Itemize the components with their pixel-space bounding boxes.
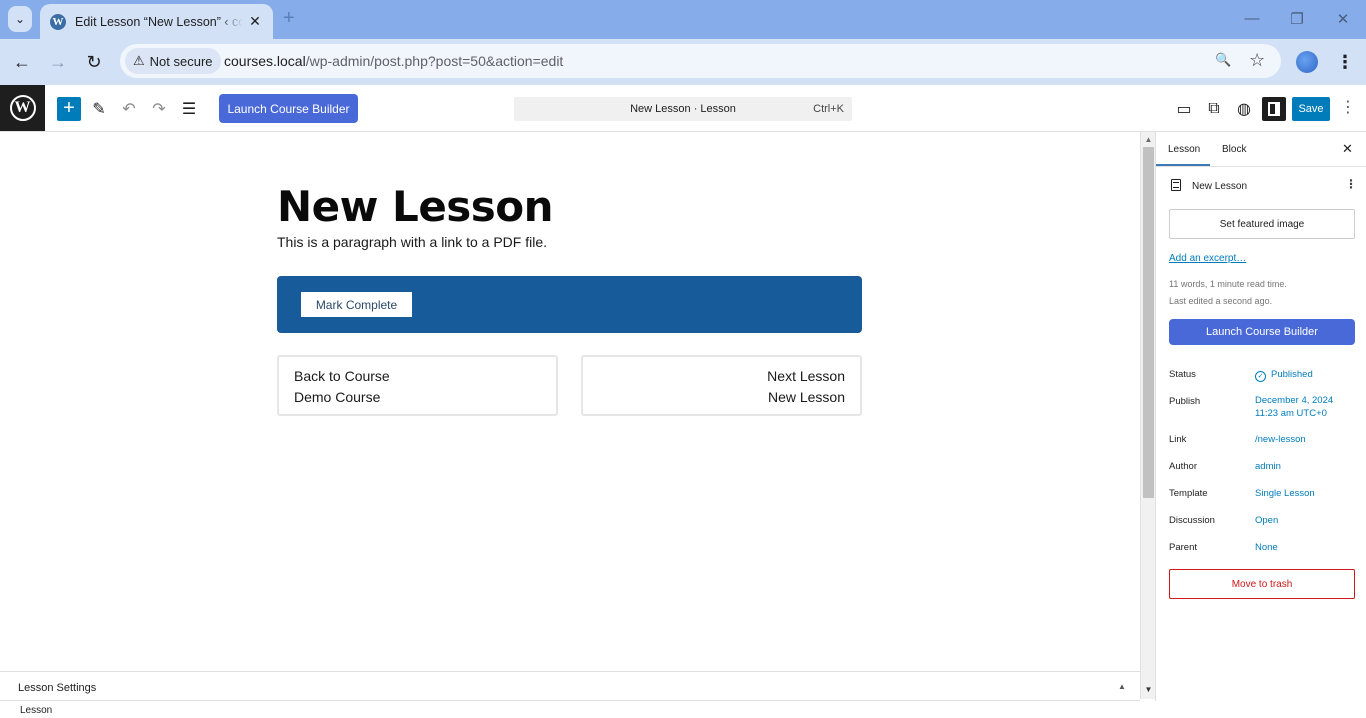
author-label: Author: [1169, 461, 1197, 472]
browser-tab-active[interactable]: W Edit Lesson “New Lesson” ‹ courses ✕: [40, 4, 273, 39]
browser-tab-strip: ⌄ W Edit Lesson “New Lesson” ‹ courses ✕…: [0, 0, 1366, 39]
tab-search-button[interactable]: ⌄: [8, 6, 32, 32]
tab-lesson[interactable]: Lesson: [1155, 144, 1211, 166]
security-label: Not secure: [149, 53, 213, 69]
tab-block[interactable]: Block: [1222, 144, 1246, 155]
publish-date: December 4, 2024: [1255, 395, 1334, 406]
warning-icon: ⚠: [133, 53, 145, 68]
url-text[interactable]: courses.local/wp-admin/post.php?post=50&…: [224, 53, 563, 69]
url-host: courses.local: [224, 53, 306, 69]
preview-device-icon[interactable]: ▭: [1172, 97, 1196, 121]
redo-icon[interactable]: ↷: [147, 97, 171, 121]
scroll-up-icon[interactable]: ▲: [1143, 135, 1154, 144]
metabox-title: Lesson Settings: [18, 682, 97, 694]
scroll-thumb[interactable]: [1143, 147, 1154, 498]
wordpress-logo-icon: W: [9, 95, 36, 121]
document-icon: [1171, 179, 1181, 191]
pencil-tools-icon[interactable]: ✎: [87, 97, 111, 121]
parent-label: Parent: [1169, 542, 1197, 553]
editor-header: W + ✎ ↶ ↷ ☰ Launch Course Builder New Le…: [0, 85, 1366, 132]
move-to-trash-button[interactable]: Move to trash: [1169, 569, 1355, 599]
parent-value[interactable]: None: [1255, 541, 1278, 554]
publish-date-value[interactable]: December 4, 2024 11:23 am UTC+0: [1255, 394, 1333, 420]
sidebar-tabs: Lesson Block ✕: [1155, 132, 1366, 167]
publish-label: Publish: [1169, 396, 1201, 407]
undo-icon[interactable]: ↶: [117, 97, 141, 121]
minimize-icon[interactable]: —: [1242, 10, 1262, 27]
browser-menu-icon[interactable]: ⋮: [1336, 51, 1354, 73]
last-edited: Last edited a second ago.: [1169, 296, 1273, 306]
save-button[interactable]: Save: [1292, 97, 1330, 121]
security-indicator[interactable]: ⚠ Not secure: [125, 48, 221, 74]
editor-canvas: New Lesson This is a paragraph with a li…: [0, 132, 1140, 671]
template-label: Template: [1169, 488, 1208, 499]
bookmark-star-icon[interactable]: ☆: [1249, 50, 1265, 71]
document-title: New Lesson · Lesson: [630, 103, 736, 115]
next-lesson-name: New Lesson: [767, 389, 845, 405]
launch-course-builder-button[interactable]: Launch Course Builder: [219, 94, 358, 123]
back-to-course-label: Back to Course: [294, 368, 390, 384]
author-value[interactable]: admin: [1255, 460, 1281, 473]
scroll-down-icon[interactable]: ▼: [1143, 685, 1154, 694]
zoom-icon[interactable]: 🔍: [1215, 52, 1231, 68]
browser-toolbar: ← → ↻ ⚠ Not secure courses.local/wp-admi…: [0, 39, 1366, 85]
collapse-icon[interactable]: ▲: [1118, 682, 1126, 691]
status-label: Status: [1169, 369, 1196, 380]
block-breadcrumb[interactable]: Lesson: [20, 705, 52, 716]
view-post-icon[interactable]: ⧉: [1202, 97, 1226, 121]
settings-sidebar: Lesson Block ✕ New Lesson ⋮ Set featured…: [1155, 132, 1366, 701]
options-menu-icon[interactable]: ⋮: [1340, 98, 1356, 118]
globe-icon[interactable]: ◍: [1232, 97, 1256, 121]
wp-logo-button[interactable]: W: [0, 85, 45, 131]
course-name: Demo Course: [294, 389, 381, 405]
publish-time: 11:23 am UTC+0: [1255, 408, 1327, 419]
discussion-value[interactable]: Open: [1255, 514, 1278, 527]
editor-scrollbar[interactable]: ▲ ▼: [1140, 132, 1155, 699]
reload-icon[interactable]: ↻: [82, 51, 106, 73]
template-value[interactable]: Single Lesson: [1255, 487, 1315, 500]
sidebar-panel-icon: [1268, 102, 1280, 116]
paragraph-block[interactable]: This is a paragraph with a link to a PDF…: [277, 234, 547, 250]
chevron-down-icon: ⌄: [14, 12, 26, 26]
add-excerpt-link[interactable]: Add an excerpt…: [1169, 253, 1246, 264]
close-icon[interactable]: ✕: [1342, 141, 1353, 157]
lesson-settings-metabox[interactable]: Lesson Settings ▲: [0, 671, 1140, 701]
post-title[interactable]: New Lesson: [277, 182, 554, 231]
post-name: New Lesson: [1192, 181, 1248, 192]
back-icon[interactable]: ←: [10, 51, 34, 73]
back-to-course-card[interactable]: Back to Course Demo Course: [277, 355, 558, 416]
restore-icon[interactable]: ❐: [1287, 10, 1307, 28]
settings-sidebar-toggle[interactable]: [1262, 97, 1286, 121]
status-value[interactable]: ✓ Published: [1255, 368, 1313, 382]
post-actions-icon[interactable]: ⋮: [1345, 177, 1357, 191]
close-tab-icon[interactable]: ✕: [247, 13, 263, 30]
lesson-actions-block: Mark Complete: [277, 276, 862, 333]
forward-icon[interactable]: →: [46, 51, 70, 73]
word-count: 11 words, 1 minute read time.: [1169, 279, 1287, 289]
mark-complete-button[interactable]: Mark Complete: [301, 292, 412, 317]
address-bar[interactable]: ⚠ Not secure courses.local/wp-admin/post…: [120, 44, 1281, 78]
tab-title: Edit Lesson “New Lesson” ‹ courses: [75, 14, 243, 29]
next-lesson-label: Next Lesson: [767, 368, 845, 384]
link-label: Link: [1169, 434, 1187, 445]
add-block-button[interactable]: +: [57, 97, 81, 121]
discussion-label: Discussion: [1169, 515, 1215, 526]
command-shortcut: Ctrl+K: [813, 103, 844, 115]
link-value[interactable]: /new-lesson: [1255, 433, 1306, 446]
status-text: Published: [1271, 369, 1313, 380]
url-path: /wp-admin/post.php?post=50&action=edit: [305, 53, 564, 69]
new-tab-button[interactable]: +: [283, 8, 295, 28]
set-featured-image-button[interactable]: Set featured image: [1169, 209, 1355, 239]
wordpress-icon: W: [50, 13, 66, 30]
extension-icon[interactable]: [1296, 51, 1318, 73]
published-check-icon: ✓: [1255, 371, 1266, 382]
launch-course-builder-sidebar-button[interactable]: Launch Course Builder: [1169, 319, 1355, 345]
command-palette-bar[interactable]: New Lesson · Lesson Ctrl+K: [514, 97, 852, 121]
document-outline-icon[interactable]: ☰: [177, 97, 201, 121]
window-close-icon[interactable]: ✕: [1333, 10, 1353, 28]
next-lesson-card[interactable]: Next Lesson New Lesson: [581, 355, 862, 416]
